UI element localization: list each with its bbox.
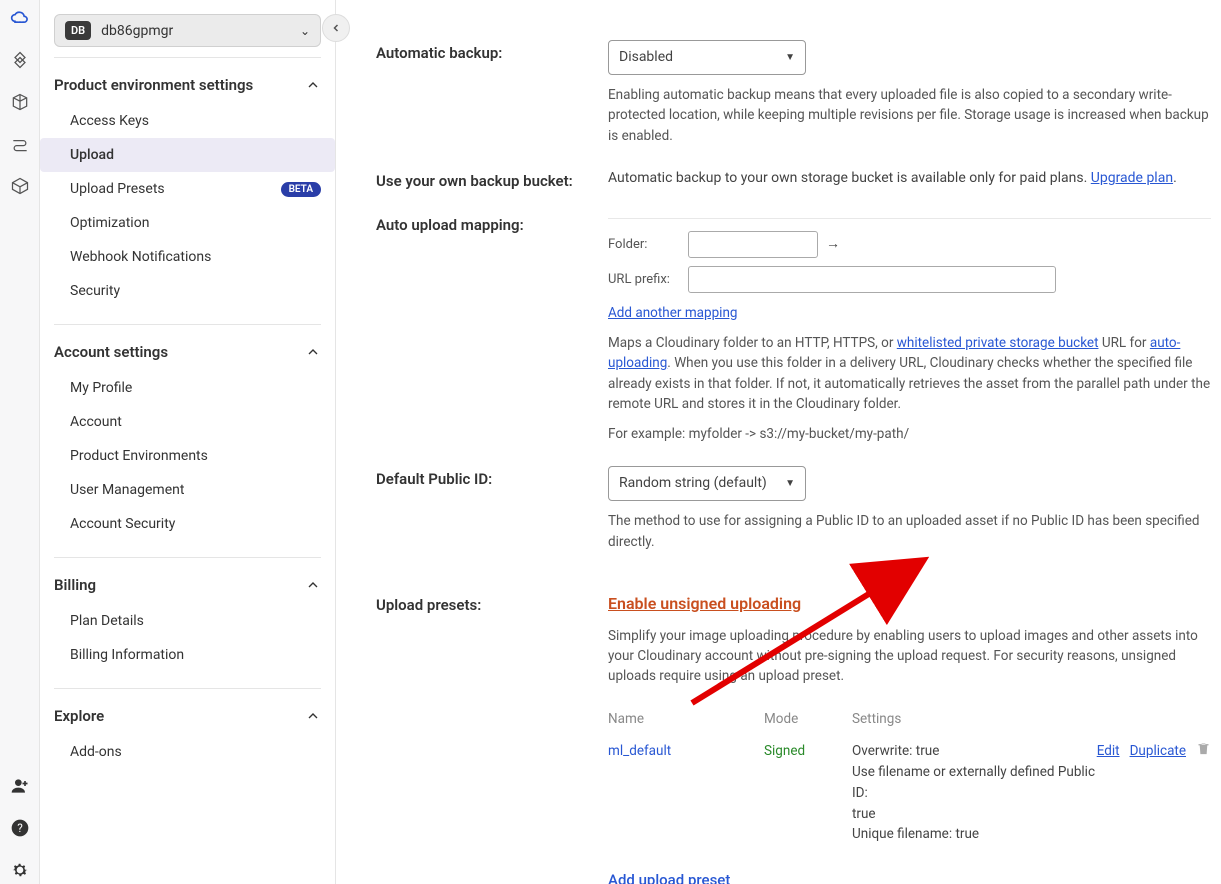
sidebar-item-product-env[interactable]: Product Environments [54, 439, 321, 473]
sidebar-item-plan[interactable]: Plan Details [54, 604, 321, 638]
sidebar: DB db86gpmgr ⌄ Product environment setti… [40, 0, 336, 884]
add-mapping-link[interactable]: Add another mapping [608, 305, 737, 321]
arrow-right-icon: → [826, 234, 840, 255]
section-title: Explore [54, 707, 104, 725]
chevron-up-icon [305, 708, 321, 724]
label-auto-upload: Auto upload mapping: [376, 212, 608, 445]
auto-upload-desc: Maps a Cloudinary folder to an HTTP, HTT… [608, 333, 1211, 414]
chevron-left-icon [330, 22, 342, 34]
section-product-env[interactable]: Product environment settings [54, 62, 321, 104]
icon-rail: ? [0, 0, 40, 884]
th-mode: Mode [764, 709, 852, 729]
th-name: Name [608, 709, 764, 729]
preset-mode: Signed [764, 741, 852, 761]
preset-table: Name Mode Settings ml_default Signed Ove… [608, 703, 1211, 852]
section-title: Account settings [54, 343, 168, 361]
auto-backup-help: Enabling automatic backup means that eve… [608, 85, 1211, 146]
sidebar-item-profile[interactable]: My Profile [54, 371, 321, 405]
public-id-select[interactable]: Random string (default) ▼ [608, 466, 806, 501]
sidebar-item-upload[interactable]: Upload [40, 138, 335, 172]
add-preset-link[interactable]: Add upload preset [608, 871, 730, 884]
sidebar-item-account[interactable]: Account [54, 405, 321, 439]
chevron-up-icon [305, 577, 321, 593]
sidebar-item-user-mgmt[interactable]: User Management [54, 473, 321, 507]
preset-settings: Overwrite: true Use filename or external… [852, 741, 1097, 846]
chevron-up-icon [305, 344, 321, 360]
label-public-id: Default Public ID: [376, 466, 608, 552]
presets-desc: Simplify your image uploading procedure … [608, 626, 1211, 687]
beta-badge: BETA [281, 182, 321, 197]
package-icon[interactable] [10, 176, 30, 200]
cloud-icon[interactable] [10, 8, 30, 32]
db-badge: DB [65, 21, 91, 40]
label-upload-presets: Upload presets: [376, 592, 608, 884]
preset-duplicate-link[interactable]: Duplicate [1130, 741, 1186, 761]
section-title: Billing [54, 576, 96, 594]
url-prefix-input[interactable] [688, 266, 1056, 293]
preset-row: ml_default Signed Overwrite: true Use fi… [608, 735, 1211, 852]
label-auto-backup: Automatic backup: [376, 40, 608, 146]
gear-icon[interactable] [10, 860, 30, 884]
preset-name[interactable]: ml_default [608, 741, 764, 761]
upgrade-plan-link[interactable]: Upgrade plan [1091, 170, 1173, 186]
sidebar-item-account-security[interactable]: Account Security [54, 507, 321, 541]
db-name: db86gpmgr [101, 23, 300, 39]
section-title: Product environment settings [54, 76, 253, 94]
enable-unsigned-link[interactable]: Enable unsigned uploading [608, 594, 801, 613]
sidebar-item-security[interactable]: Security [54, 274, 321, 308]
chevron-up-icon [305, 77, 321, 93]
preset-edit-link[interactable]: Edit [1097, 741, 1120, 761]
sidebar-item-addons[interactable]: Add-ons [54, 735, 321, 769]
help-icon[interactable]: ? [10, 818, 30, 842]
db-selector[interactable]: DB db86gpmgr ⌄ [54, 14, 321, 47]
auto-upload-example: For example: myfolder -> s3://my-bucket/… [608, 424, 1211, 444]
section-billing[interactable]: Billing [54, 562, 321, 604]
sidebar-item-webhook[interactable]: Webhook Notifications [54, 240, 321, 274]
folder-input[interactable] [688, 231, 818, 258]
route-icon[interactable] [10, 134, 30, 158]
diamond-icon[interactable] [10, 50, 30, 74]
folder-label: Folder: [608, 235, 688, 255]
chevron-down-icon: ⌄ [300, 24, 310, 38]
sidebar-item-access-keys[interactable]: Access Keys [54, 104, 321, 138]
section-account[interactable]: Account settings [54, 329, 321, 371]
svg-text:?: ? [17, 821, 23, 835]
public-id-help: The method to use for assigning a Public… [608, 511, 1211, 552]
th-settings: Settings [852, 709, 1211, 729]
section-explore[interactable]: Explore [54, 693, 321, 735]
url-prefix-label: URL prefix: [608, 270, 688, 290]
caret-down-icon: ▼ [785, 50, 795, 65]
auto-backup-select[interactable]: Disabled ▼ [608, 40, 806, 75]
collapse-sidebar-button[interactable] [322, 14, 350, 42]
cube-icon[interactable] [10, 92, 30, 116]
own-bucket-help: Automatic backup to your own storage buc… [608, 170, 1091, 186]
sidebar-item-upload-presets[interactable]: Upload PresetsBETA [54, 172, 321, 206]
sidebar-item-optimization[interactable]: Optimization [54, 206, 321, 240]
whitelisted-link[interactable]: whitelisted private storage bucket [897, 335, 1099, 351]
caret-down-icon: ▼ [785, 476, 795, 491]
user-add-icon[interactable] [10, 776, 30, 800]
label-own-bucket: Use your own backup bucket: [376, 168, 608, 190]
main-content: Automatic backup: Disabled ▼ Enabling au… [336, 0, 1221, 884]
trash-icon[interactable] [1196, 741, 1211, 762]
sidebar-item-billing-info[interactable]: Billing Information [54, 638, 321, 672]
